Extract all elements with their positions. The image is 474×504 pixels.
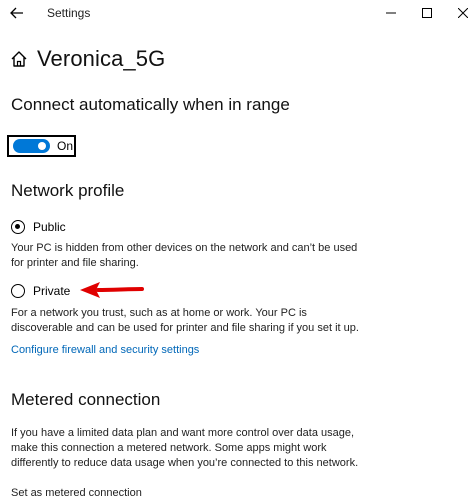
radio-public-indicator — [11, 220, 25, 234]
window-title: Settings — [47, 6, 91, 20]
radio-public[interactable]: Public — [11, 220, 66, 234]
radio-private-label: Private — [33, 284, 71, 298]
back-button[interactable] — [4, 2, 30, 24]
public-description: Your PC is hidden from other devices on … — [11, 241, 451, 271]
maximize-icon — [422, 8, 432, 18]
radio-private-indicator — [11, 284, 25, 298]
private-description: For a network you trust, such as at home… — [11, 306, 451, 336]
home-icon — [11, 51, 27, 67]
private-description-line: For a network you trust, such as at home… — [11, 307, 307, 319]
auto-connect-toggle[interactable]: On — [7, 135, 76, 157]
back-arrow-icon — [10, 7, 23, 19]
close-icon — [458, 8, 468, 18]
radio-private[interactable]: Private — [11, 284, 70, 298]
metered-connection-heading: Metered connection — [11, 390, 161, 409]
page-title: Veronica_5G — [37, 46, 166, 71]
metered-description: If you have a limited data plan and want… — [11, 426, 451, 471]
metered-description-line: differently to reduce data usage when yo… — [11, 457, 359, 469]
firewall-settings-link[interactable]: Configure firewall and security settings — [11, 344, 199, 356]
metered-description-line: If you have a limited data plan and want… — [11, 427, 355, 439]
title-bar: Settings — [0, 0, 474, 26]
page-header: Veronica_5G — [10, 44, 165, 74]
auto-connect-heading: Connect automatically when in range — [11, 95, 290, 114]
minimize-button[interactable] — [378, 2, 404, 24]
minimize-icon — [386, 12, 396, 14]
metered-description-line: make this connection a metered network. … — [11, 442, 327, 454]
public-description-line: for printer and file sharing. — [11, 257, 139, 269]
private-description-line: discoverable and can be used for printer… — [11, 322, 359, 334]
toggle-track — [13, 139, 50, 153]
radio-public-label: Public — [33, 220, 66, 234]
network-profile-heading: Network profile — [11, 181, 125, 200]
maximize-button[interactable] — [414, 2, 440, 24]
toggle-knob — [38, 142, 46, 150]
red-arrow-annotation — [80, 282, 144, 298]
toggle-state-label: On — [57, 139, 74, 153]
public-description-line: Your PC is hidden from other devices on … — [11, 242, 358, 254]
close-button[interactable] — [450, 2, 474, 24]
metered-setting-label: Set as metered connection — [11, 487, 142, 499]
